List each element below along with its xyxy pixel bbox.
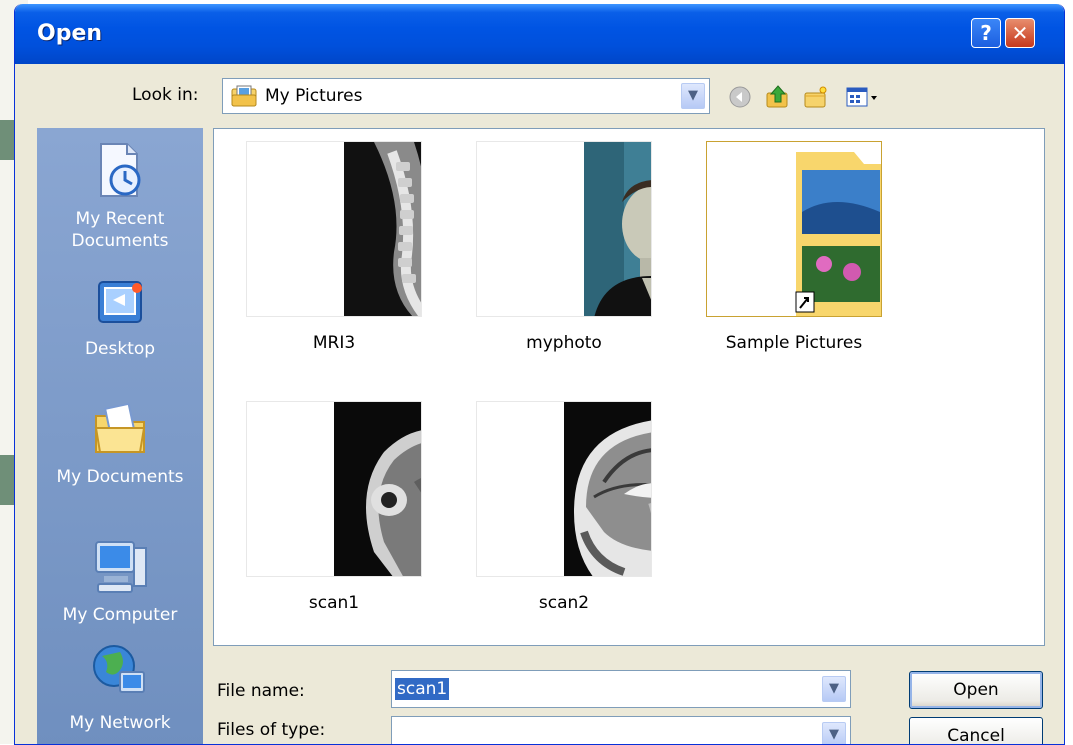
up-folder-icon[interactable] [765,84,791,110]
place-my-recent-documents[interactable]: My Recent Documents [37,140,203,252]
file-name: scan1 [308,593,360,613]
look-in-label: Look in: [132,85,199,105]
place-label: Desktop [84,339,156,359]
close-button[interactable]: ✕ [1005,18,1035,48]
dialog-title: Open [37,21,103,46]
cancel-button[interactable]: Cancel [909,717,1043,744]
file-name: myphoto [526,333,602,353]
look-in-value: My Pictures [265,86,363,106]
file-thumbnail [476,401,652,577]
folder-pictures-icon [231,85,257,107]
place-desktop[interactable]: Desktop [37,276,203,360]
desktop-icon [98,281,142,323]
spine-mri-image [344,142,421,316]
files-of-type-label: Files of type: [217,720,326,740]
file-thumbnail [476,141,652,317]
title-bar[interactable]: Open ? ✕ [15,4,1064,64]
place-my-documents[interactable]: My Documents [37,398,203,488]
file-name: scan2 [538,593,590,613]
look-in-dropdown-button[interactable]: ▼ [681,83,705,109]
file-thumbnail [706,141,882,317]
file-name-dropdown-button[interactable]: ▼ [822,676,846,702]
my-computer-icon [95,541,147,593]
place-label: My Documents [56,467,184,487]
open-dialog: Open ? ✕ Look in: My Pictures ▼ My Recen… [14,4,1065,745]
place-label: My Network [69,713,171,733]
places-bar: My Recent Documents Desktop My Documents [37,128,203,744]
file-name-input[interactable]: scan1 [395,678,450,700]
place-label-line1: My Recent [75,209,165,229]
my-documents-icon [94,402,146,453]
folder-shortcut-icon [795,152,881,316]
file-thumbnail [246,141,422,317]
views-menu-icon[interactable] [845,84,879,110]
file-name-label: File name: [217,681,305,701]
file-name-combo[interactable]: scan1 ▼ [391,670,851,708]
portrait-photo [584,142,651,316]
files-of-type-dropdown-button[interactable]: ▼ [822,722,846,744]
files-of-type-combo[interactable]: ▼ [391,716,851,744]
help-button[interactable]: ? [971,18,1001,48]
look-in-combo[interactable]: My Pictures ▼ [222,78,710,114]
recent-documents-icon [100,143,141,197]
head-mri-image [334,402,421,576]
place-my-computer[interactable]: My Computer [37,536,203,626]
brain-mri-image [564,402,651,576]
place-my-network[interactable]: My Network [37,642,203,734]
my-network-icon [93,645,145,693]
file-thumbnail [246,401,422,577]
file-name: MRI3 [312,333,356,353]
back-icon[interactable] [727,84,753,110]
place-label: My Computer [62,605,178,625]
file-list[interactable]: MRI3 myphoto Sample Pictures scan1 scan2 [213,128,1045,646]
open-button[interactable]: Open [909,671,1043,709]
place-label-line2: Documents [71,231,169,251]
file-name: Sample Pictures [725,333,863,353]
new-folder-icon[interactable] [803,84,829,110]
